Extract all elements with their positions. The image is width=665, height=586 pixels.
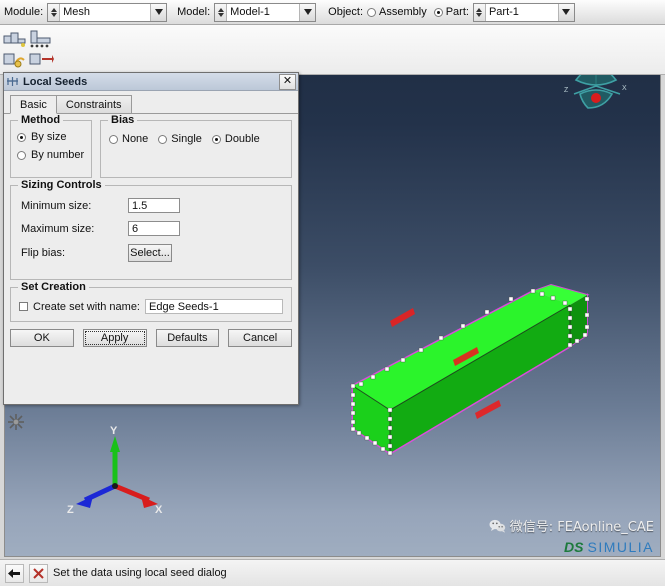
module-combo[interactable]: Mesh	[47, 2, 168, 22]
part-chevron-down-icon[interactable]	[557, 3, 574, 21]
assembly-label: Assembly	[379, 6, 427, 18]
bias-double-radio-icon[interactable]	[211, 134, 221, 144]
ds-logo-text: DS	[564, 539, 584, 555]
context-bar: Module: Mesh Model: Model-1 Object: Asse…	[0, 0, 665, 25]
model-label: Model:	[177, 6, 211, 18]
triad-x-label: X	[155, 504, 163, 514]
minimum-size-input[interactable]: 1.5	[128, 198, 180, 213]
model-chevron-down-icon[interactable]	[299, 3, 316, 21]
cancel-x-icon[interactable]	[29, 563, 48, 583]
close-icon[interactable]: ✕	[279, 73, 296, 90]
simulia-logo-text: SIMULIA	[587, 539, 654, 555]
by-size-radio-icon[interactable]	[17, 132, 26, 142]
method-group: Method By size By number	[10, 114, 92, 178]
by-size-label: By size	[31, 131, 67, 143]
status-message: Set the data using local seed dialog	[53, 567, 227, 579]
part-label: Part:	[445, 6, 469, 18]
module-label: Module:	[4, 6, 44, 18]
local-seeds-dialog[interactable]: Local Seeds ✕ Basic Constraints Method B…	[3, 72, 299, 405]
object-label: Object:	[328, 6, 364, 18]
bias-none-radio-icon[interactable]	[109, 134, 118, 144]
wechat-icon	[489, 519, 505, 533]
dialog-title: Local Seeds	[23, 75, 88, 88]
axis-triad: Y X Z	[67, 425, 163, 514]
flip-bias-label: Flip bias:	[21, 247, 66, 259]
method-legend: Method	[18, 114, 64, 126]
assign-mesh-controls-icon[interactable]	[2, 50, 28, 72]
apply-button[interactable]: Apply	[82, 329, 147, 347]
tab-basic[interactable]: Basic	[10, 95, 57, 114]
dialog-title-bar[interactable]: Local Seeds ✕	[4, 73, 298, 91]
svg-text:Z: Z	[564, 87, 569, 94]
model-spinner-icon[interactable]	[215, 3, 228, 21]
bias-single-radio-icon[interactable]	[158, 134, 168, 144]
create-set-label: Create set with name:	[33, 300, 140, 313]
part-spinner-icon[interactable]	[473, 3, 486, 21]
method-option-by-number[interactable]: By number	[17, 149, 85, 161]
object-radio-part[interactable]: Part:	[433, 6, 469, 18]
bias-legend: Bias	[108, 114, 138, 126]
by-number-label: By number	[31, 149, 85, 161]
module-value: Mesh	[60, 3, 151, 21]
set-creation-group: Set Creation Create set with name: Edge …	[10, 281, 292, 322]
bias-group: Bias None Single Double	[100, 114, 292, 178]
svg-text:X: X	[622, 85, 627, 92]
back-arrow-icon[interactable]	[5, 563, 24, 583]
triad-y-label: Y	[110, 425, 118, 437]
minimum-size-label: Minimum size:	[21, 199, 92, 212]
bias-none-label: None	[122, 133, 149, 145]
object-radio-assembly[interactable]: Assembly	[367, 6, 427, 18]
local-seeds-icon	[7, 76, 18, 86]
part-value: Part-1	[485, 3, 558, 21]
cancel-button[interactable]: Cancel	[228, 329, 292, 347]
triad-z-label: Z	[67, 504, 74, 514]
dialog-tabs[interactable]: Basic Constraints	[4, 94, 298, 114]
ok-button[interactable]: OK	[10, 329, 74, 347]
bias-single-label: Single	[171, 133, 202, 145]
method-option-by-size[interactable]: By size	[17, 131, 85, 143]
module-chevron-down-icon[interactable]	[150, 3, 167, 21]
maximum-size-input[interactable]: 6	[128, 221, 180, 236]
seed-edges-icon[interactable]	[28, 27, 54, 49]
model-combo[interactable]: Model-1	[214, 2, 317, 22]
bias-option-double[interactable]: Double	[211, 133, 260, 145]
watermark: 微信号: FEAonline_CAE	[489, 516, 654, 535]
module-spinner-icon[interactable]	[48, 3, 61, 21]
part-combo[interactable]: Part-1	[472, 2, 575, 22]
sizing-controls-group: Sizing Controls Minimum size: 1.5 Maximu…	[10, 179, 292, 280]
beam-part[interactable]	[335, 283, 605, 473]
create-set-checkbox[interactable]	[19, 302, 28, 311]
model-value: Model-1	[227, 3, 300, 21]
mesh-part-icon[interactable]	[28, 50, 54, 72]
watermark-text: 微信号: FEAonline_CAE	[509, 520, 654, 535]
tab-constraints[interactable]: Constraints	[55, 95, 132, 113]
bias-option-none[interactable]: None	[109, 133, 148, 145]
maximum-size-label: Maximum size:	[21, 222, 95, 235]
status-bar: Set the data using local seed dialog	[0, 559, 665, 586]
part-radio-icon[interactable]	[433, 7, 443, 17]
sizing-controls-legend: Sizing Controls	[18, 179, 105, 191]
flip-bias-select-button[interactable]: Select...	[128, 244, 172, 262]
seed-part-icon[interactable]	[2, 27, 28, 49]
mesh-tools-icon[interactable]	[6, 412, 26, 432]
bias-double-label: Double	[224, 133, 260, 145]
simulia-logo: DS SIMULIA	[564, 539, 654, 555]
set-name-input[interactable]: Edge Seeds-1	[145, 299, 283, 314]
assembly-radio-icon[interactable]	[367, 7, 377, 17]
mesh-toolbar	[0, 25, 665, 75]
defaults-button[interactable]: Defaults	[155, 329, 220, 347]
set-creation-legend: Set Creation	[18, 281, 89, 293]
bias-option-single[interactable]: Single	[158, 133, 202, 145]
by-number-radio-icon[interactable]	[17, 150, 26, 160]
